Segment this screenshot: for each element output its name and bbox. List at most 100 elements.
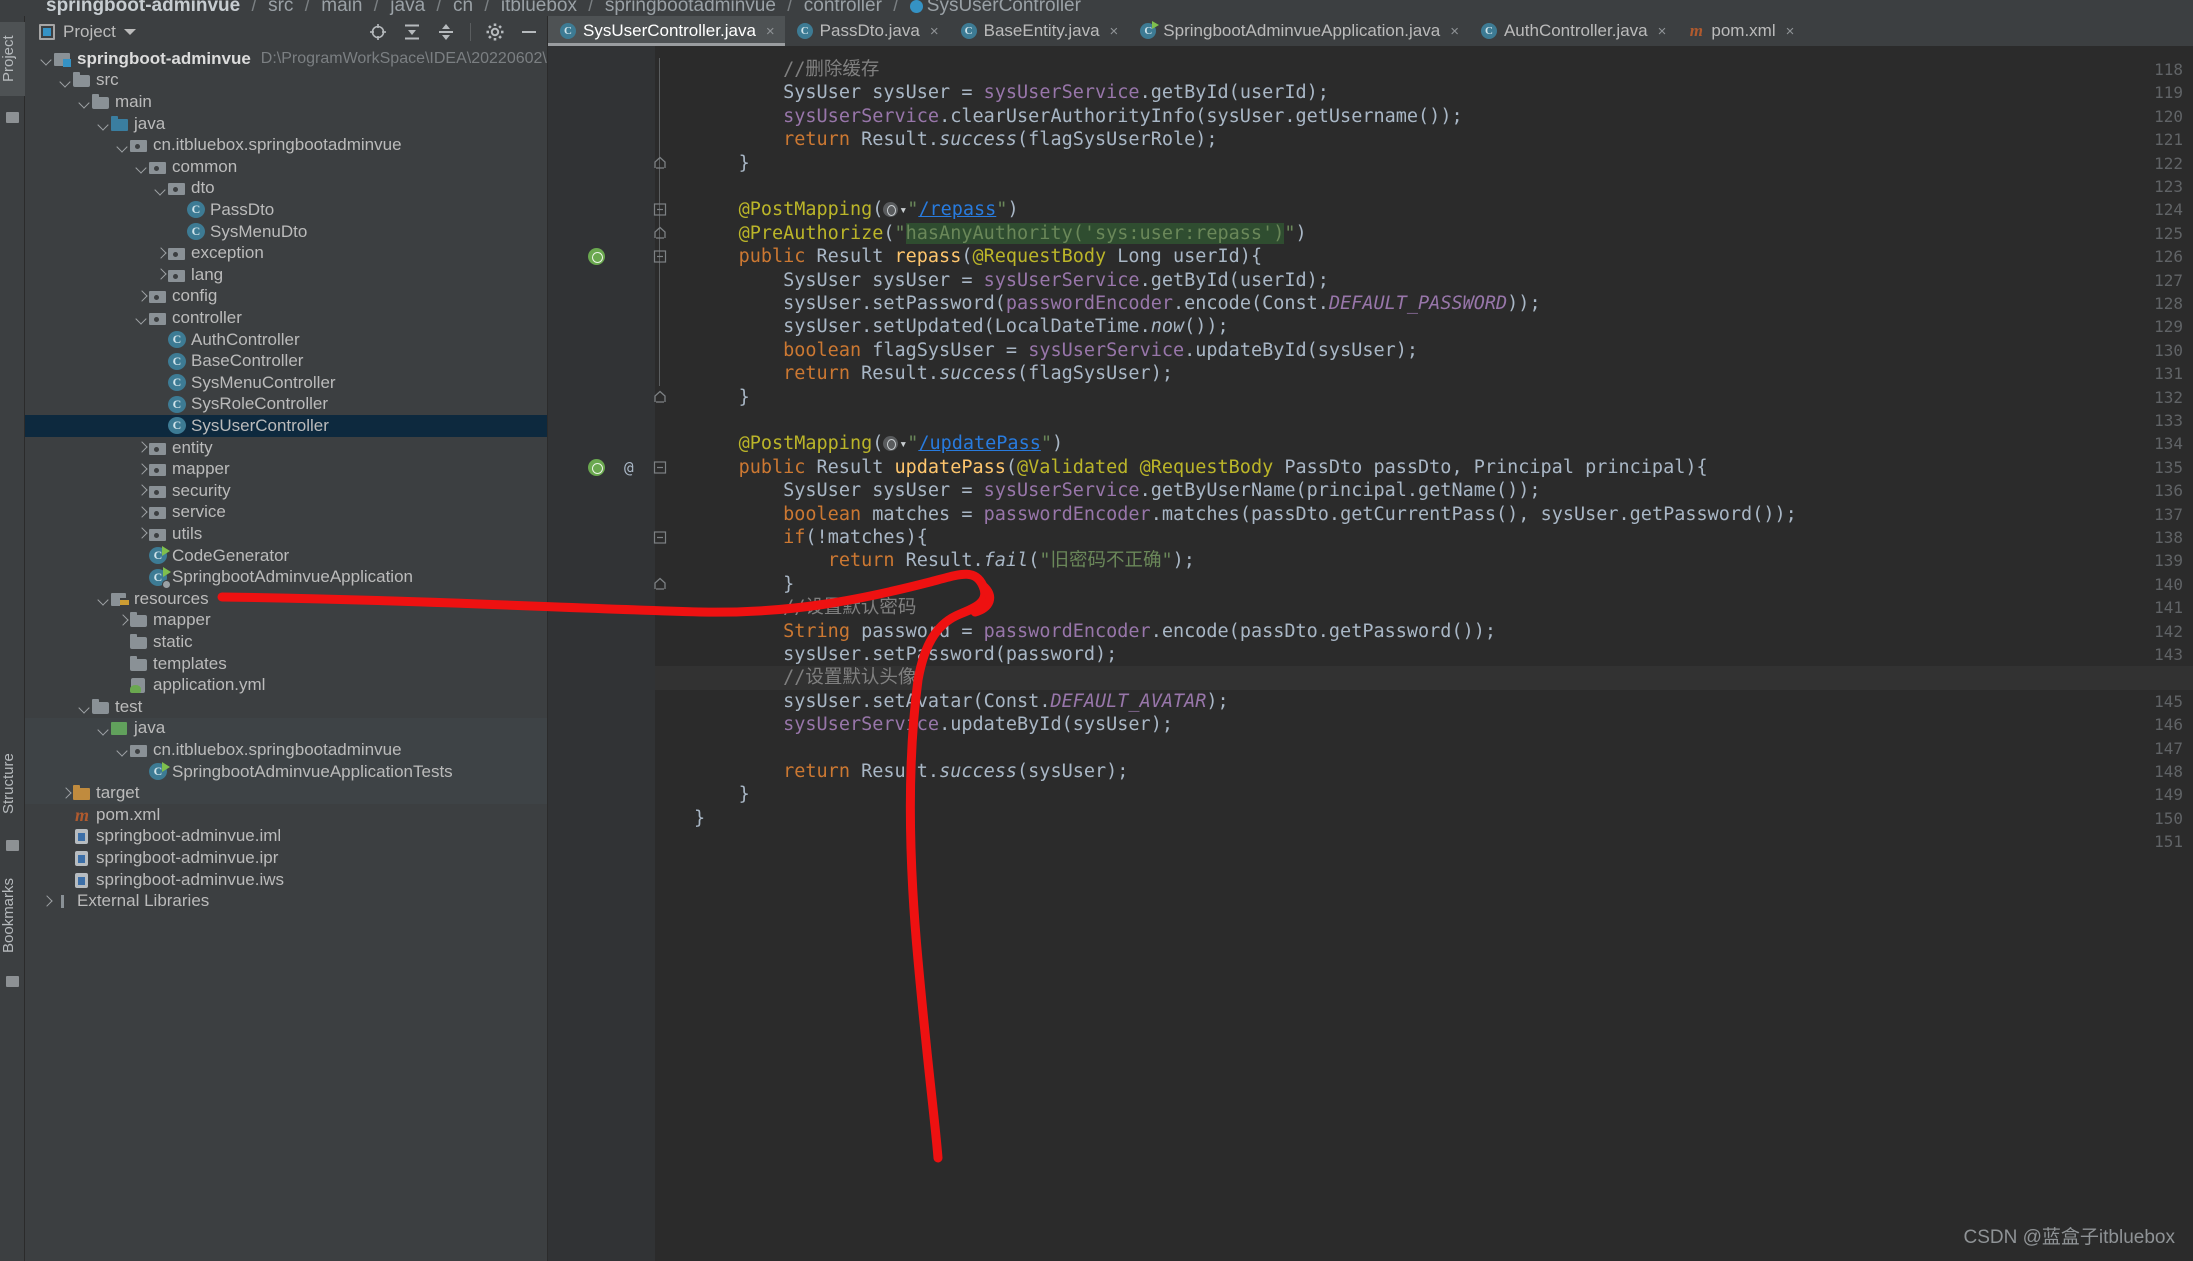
close-icon[interactable]: × — [766, 23, 775, 40]
tree-node-external-libraries[interactable]: External Libraries — [25, 890, 547, 912]
tree-node-authcontroller[interactable]: AuthController — [25, 329, 547, 351]
tree-node-basecontroller[interactable]: BaseController — [25, 350, 547, 372]
code-line[interactable]: } — [694, 807, 705, 830]
close-icon[interactable]: × — [1450, 23, 1459, 40]
code-line[interactable]: sysUser.setPassword(password); — [694, 643, 1117, 666]
chevron-down-icon[interactable] — [58, 73, 73, 88]
tree-node-sysusercontroller[interactable]: SysUserController — [25, 415, 547, 437]
code-line[interactable]: sysUser.setPassword(passwordEncoder.enco… — [694, 292, 1540, 315]
tree-node-utils[interactable]: utils — [25, 523, 547, 545]
chevron-down-icon[interactable] — [77, 699, 92, 714]
close-icon[interactable]: × — [1786, 23, 1795, 40]
tree-node-springboot-adminvue[interactable]: springboot-adminvue D:\ProgramWorkSpace\I… — [25, 48, 547, 70]
chevron-down-icon[interactable] — [115, 138, 130, 153]
tree-node-springbootadminvueapplication[interactable]: SpringbootAdminvueApplication — [25, 566, 547, 589]
chevron-right-icon[interactable] — [153, 246, 168, 261]
code-line[interactable]: //设置默认密码 — [694, 596, 916, 619]
tree-node-java[interactable]: java — [25, 113, 547, 135]
tree-node-java[interactable]: java — [25, 717, 547, 740]
project-tree[interactable]: springboot-adminvue D:\ProgramWorkSpace\I… — [25, 48, 547, 1261]
editor-tab-bar[interactable]: SysUserController.java×PassDto.java×Base… — [548, 16, 2193, 46]
code-line[interactable]: boolean flagSysUser = sysUserService.upd… — [694, 339, 1418, 362]
chevron-right-icon[interactable] — [134, 505, 149, 520]
code-line[interactable]: sysUser.setUpdated(LocalDateTime.now()); — [694, 315, 1229, 338]
chevron-right-icon[interactable] — [134, 526, 149, 541]
code-line[interactable]: //删除缓存 — [694, 58, 879, 81]
chevron-right-icon[interactable] — [39, 894, 54, 909]
tree-node-codegenerator[interactable]: CodeGenerator — [25, 545, 547, 567]
chevron-down-icon[interactable] — [115, 742, 130, 757]
editor-tab-baseentity-java[interactable]: BaseEntity.java × — [949, 16, 1129, 46]
editor-tab-springbootadminvueapplication-java[interactable]: SpringbootAdminvueApplication.java × — [1128, 16, 1469, 46]
editor-tab-pom-xml[interactable]: pom.xml × — [1676, 16, 1804, 46]
gear-icon[interactable] — [485, 22, 505, 42]
collapse-all-icon[interactable] — [436, 22, 456, 42]
code-line[interactable]: sysUser.setAvatar(Const.DEFAULT_AVATAR); — [694, 690, 1229, 713]
chevron-down-icon[interactable] — [96, 591, 111, 606]
code-line[interactable]: SysUser sysUser = sysUserService.getById… — [694, 269, 1329, 292]
chevron-right-icon[interactable] — [58, 786, 73, 801]
chevron-down-icon[interactable] — [134, 310, 149, 325]
tree-node-resources[interactable]: resources — [25, 588, 547, 610]
chevron-right-icon[interactable] — [134, 483, 149, 498]
chevron-down-icon[interactable] — [134, 159, 149, 174]
code-line[interactable]: String password = passwordEncoder.encode… — [694, 620, 1496, 643]
breadcrumb-item[interactable]: java — [390, 0, 425, 16]
code-line[interactable]: SysUser sysUser = sysUserService.getByUs… — [694, 479, 1540, 502]
editor-tab-passdto-java[interactable]: PassDto.java × — [785, 16, 949, 46]
project-files-icon[interactable] — [6, 112, 19, 123]
code-lines[interactable]: //删除缓存 SysUser sysUser = sysUserService.… — [548, 46, 2193, 1261]
expand-all-icon[interactable] — [402, 22, 422, 42]
tree-node-target[interactable]: target — [25, 782, 547, 804]
code-line[interactable]: //设置默认头像 — [694, 666, 916, 689]
tree-node-exception[interactable]: exception — [25, 242, 547, 264]
tree-node-pom-xml[interactable]: pom.xml — [25, 804, 547, 826]
code-line[interactable]: @PostMapping(▾"/updatePass") — [694, 432, 1064, 455]
tree-node-common[interactable]: common — [25, 156, 547, 178]
breadcrumb-item[interactable]: itbluebox — [501, 0, 577, 16]
tree-node-templates[interactable]: templates — [25, 653, 547, 675]
tree-node-springboot-adminvue-iws[interactable]: springboot-adminvue.iws — [25, 869, 547, 891]
code-line[interactable]: @PostMapping(▾"/repass") — [694, 198, 1019, 221]
chevron-down-icon[interactable] — [96, 721, 111, 736]
tool-tab-project[interactable]: Project — [0, 22, 25, 96]
chevron-down-icon[interactable] — [96, 116, 111, 131]
breadcrumb-item[interactable]: controller — [804, 0, 882, 16]
tree-node-passdto[interactable]: PassDto — [25, 199, 547, 221]
tree-node-cn-itbluebox-springbootadminvue[interactable]: cn.itbluebox.springbootadminvue — [25, 739, 547, 761]
code-line[interactable]: if(!matches){ — [694, 526, 928, 549]
tree-node-cn-itbluebox-springbootadminvue[interactable]: cn.itbluebox.springbootadminvue — [25, 134, 547, 156]
tree-node-controller[interactable]: controller — [25, 307, 547, 329]
code-line[interactable]: SysUser sysUser = sysUserService.getById… — [694, 81, 1329, 104]
chevron-down-icon[interactable] — [39, 51, 54, 66]
code-line[interactable]: return Result.fail("旧密码不正确"); — [694, 549, 1195, 572]
chevron-right-icon[interactable] — [134, 440, 149, 455]
tree-node-springbootadminvueapplicationtests[interactable]: SpringbootAdminvueApplicationTests — [25, 760, 547, 783]
tree-node-main[interactable]: main — [25, 91, 547, 113]
close-icon[interactable]: × — [930, 23, 939, 40]
tree-node-security[interactable]: security — [25, 480, 547, 502]
breadcrumb-item[interactable]: springboot-adminvue — [46, 0, 240, 16]
tree-node-test[interactable]: test — [25, 696, 547, 718]
code-line[interactable]: sysUserService.clearUserAuthorityInfo(sy… — [694, 105, 1462, 128]
code-line[interactable]: } — [694, 386, 750, 409]
close-icon[interactable]: × — [1658, 23, 1667, 40]
code-line[interactable]: } — [694, 573, 794, 596]
tree-node-springboot-adminvue-iml[interactable]: springboot-adminvue.iml — [25, 826, 547, 848]
tree-node-application-yml[interactable]: application.yml — [25, 674, 547, 696]
breadcrumb-item[interactable]: SysUserController — [927, 0, 1081, 16]
breadcrumb-item[interactable]: main — [321, 0, 362, 16]
code-line[interactable]: public Result repass(@RequestBody Long u… — [694, 245, 1263, 268]
code-line[interactable]: return Result.success(flagSysUserRole); — [694, 128, 1217, 151]
tree-node-entity[interactable]: entity — [25, 437, 547, 459]
chevron-right-icon[interactable] — [134, 462, 149, 477]
tool-tab-structure[interactable]: Structure — [0, 734, 25, 834]
tree-node-springboot-adminvue-ipr[interactable]: springboot-adminvue.ipr — [25, 847, 547, 869]
chevron-down-icon[interactable] — [77, 94, 92, 109]
code-line[interactable]: } — [694, 783, 750, 806]
bookmarks-icon[interactable] — [6, 976, 19, 987]
structure-icon[interactable] — [6, 840, 19, 851]
tree-node-sysmenucontroller[interactable]: SysMenuController — [25, 372, 547, 394]
code-line[interactable]: return Result.success(sysUser); — [694, 760, 1128, 783]
minimize-icon[interactable] — [519, 22, 539, 42]
